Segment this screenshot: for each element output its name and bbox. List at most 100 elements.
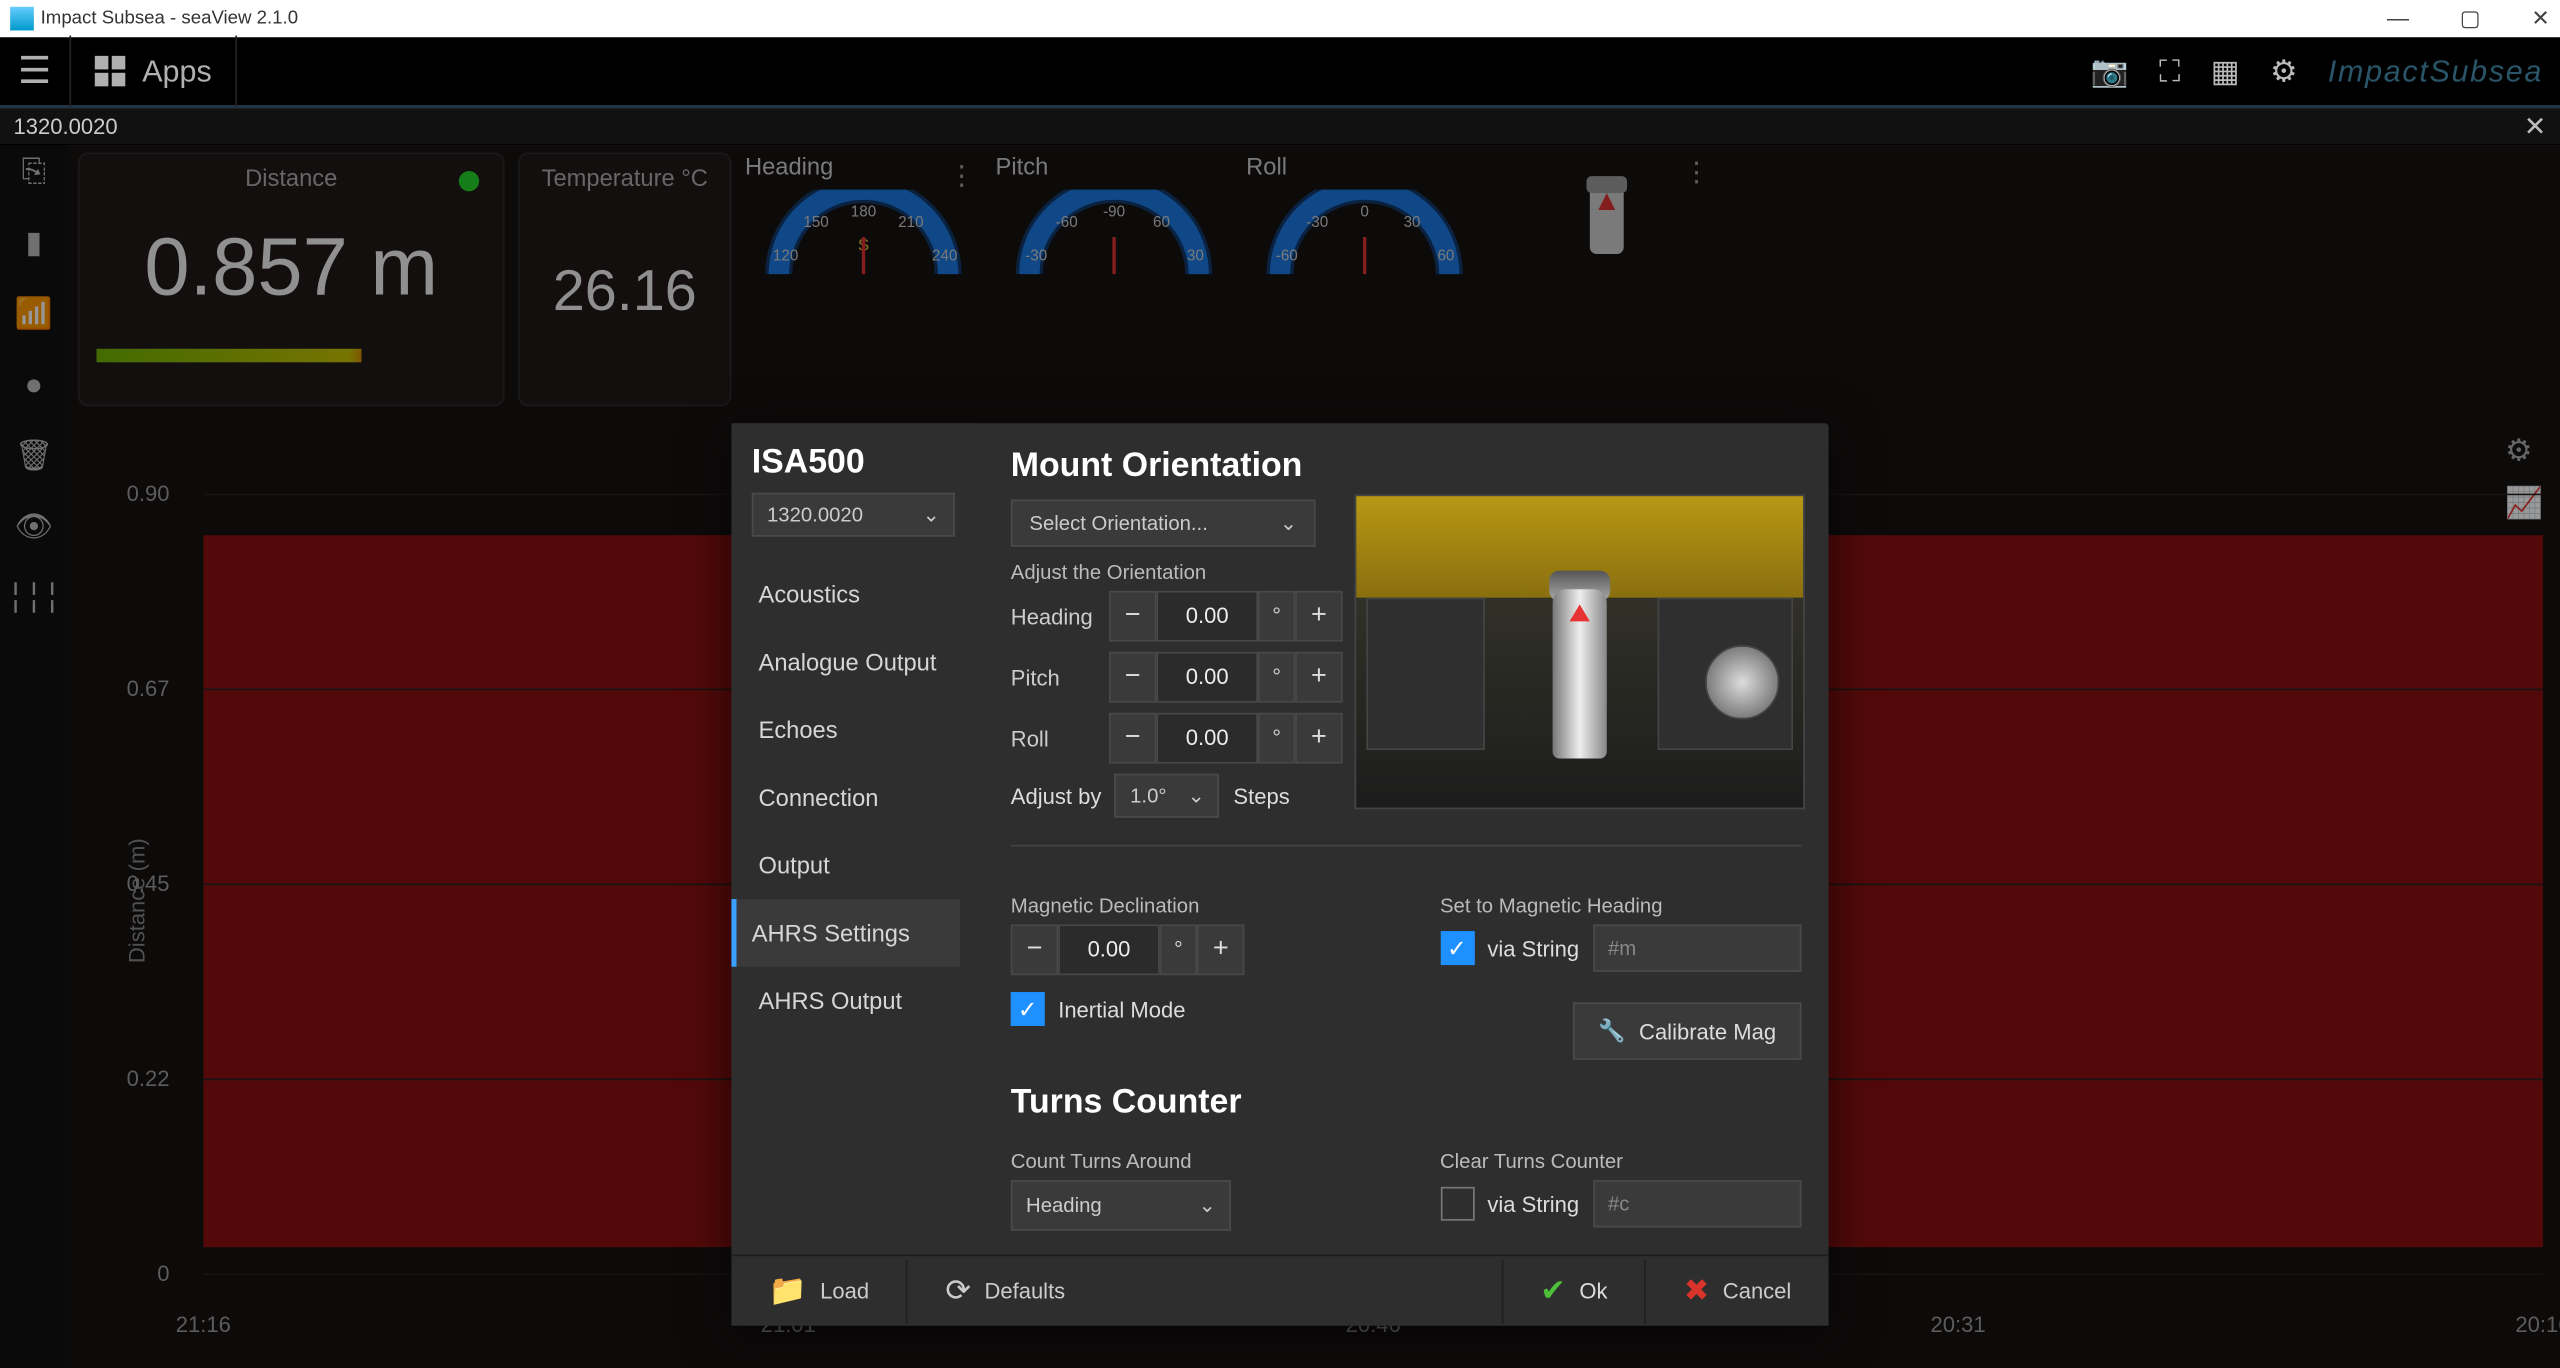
heading-title: Heading — [745, 152, 982, 179]
inertial-mode-label: Inertial Mode — [1058, 996, 1185, 1021]
svg-text:60: 60 — [1437, 248, 1454, 265]
pitch-stepper[interactable]: − 0.00 ° + — [1109, 652, 1343, 703]
heading-minus-button[interactable]: − — [1109, 591, 1156, 642]
breadcrumb[interactable]: 1320.0020 — [14, 113, 118, 138]
roll-card: Roll 0 -30 30 -60 60 — [1246, 152, 1483, 274]
nav-item-ahrs-settings[interactable]: AHRS Settings — [731, 899, 960, 967]
roll-stepper[interactable]: − 0.00 ° + — [1109, 713, 1343, 764]
nav-item-acoustics[interactable]: Acoustics — [752, 560, 960, 628]
layout-icon[interactable]: ▦ — [2211, 53, 2240, 89]
cancel-button[interactable]: ✖Cancel — [1663, 1266, 1811, 1317]
model-card: ⋮ — [1497, 152, 1717, 274]
distance-title: Distance — [245, 164, 337, 191]
clear-via-string-input[interactable]: #c — [1593, 1180, 1802, 1227]
card-menu-icon[interactable]: ⋮ — [948, 159, 975, 193]
distance-card: Distance 0.857 m — [78, 152, 505, 406]
check-icon: ✔ — [1540, 1273, 1566, 1309]
adjust-by-select[interactable]: 1.0° ⌄ — [1115, 774, 1220, 818]
heading-stepper[interactable]: − 0.00 ° + — [1109, 591, 1343, 642]
distance-value: 0.857 m — [97, 222, 486, 315]
clear-via-string-checkbox[interactable] — [1440, 1187, 1474, 1221]
dialog-title: ISA500 — [752, 444, 960, 483]
rail-trash-icon[interactable]: 🗑 — [15, 437, 52, 474]
nav-item-output[interactable]: Output — [752, 831, 960, 899]
clear-via-string-label: via String — [1487, 1191, 1579, 1216]
settings-icon[interactable]: ⚙ — [2270, 53, 2297, 89]
tab-close-icon[interactable]: ✕ — [2524, 109, 2547, 143]
app-icon — [10, 7, 34, 31]
svg-text:0.90: 0.90 — [127, 481, 170, 506]
pitch-title: Pitch — [996, 152, 1233, 179]
temperature-value: 26.16 — [537, 259, 713, 325]
magdecl-plus-button[interactable]: + — [1197, 924, 1244, 975]
heading-gauge-icon: 180 150 210 120 240 S — [762, 190, 965, 275]
count-turns-select[interactable]: Heading ⌄ — [1011, 1180, 1231, 1231]
nav-item-echoes[interactable]: Echoes — [752, 696, 960, 764]
magdecl-minus-button[interactable]: − — [1011, 924, 1058, 975]
window-close[interactable]: ✕ — [2531, 5, 2549, 32]
left-rail: ⎘ ▮ 📶 ● 🗑 👁 ╎╎╎ — [0, 146, 68, 1368]
apps-button[interactable]: Apps — [71, 36, 237, 107]
defaults-button[interactable]: ⟳Defaults — [925, 1266, 1086, 1317]
nav-item-ahrs-output[interactable]: AHRS Output — [752, 967, 960, 1035]
section-mount-title: Mount Orientation — [1011, 447, 1802, 486]
chevron-down-icon: ⌄ — [1199, 1194, 1216, 1218]
device-select[interactable]: 1320.0020 ⌄ — [752, 493, 955, 537]
roll-value[interactable]: 0.00 — [1156, 713, 1258, 764]
svg-text:0: 0 — [1360, 204, 1368, 221]
pitch-minus-button[interactable]: − — [1109, 652, 1156, 703]
nav-item-analogue-output[interactable]: Analogue Output — [752, 628, 960, 696]
card-menu-icon[interactable]: ⋮ — [1683, 156, 1710, 190]
roll-minus-button[interactable]: − — [1109, 713, 1156, 764]
steps-label: Steps — [1233, 783, 1289, 808]
degree-unit: ° — [1258, 713, 1295, 764]
magdecl-value[interactable]: 0.00 — [1058, 924, 1160, 975]
svg-text:20:16: 20:16 — [2515, 1312, 2560, 1337]
camera-icon[interactable]: 📷 — [2091, 53, 2129, 89]
svg-text:30: 30 — [1187, 248, 1204, 265]
svg-text:-30: -30 — [1306, 214, 1328, 231]
rail-eye-icon[interactable]: 👁 — [15, 508, 52, 545]
svg-text:60: 60 — [1153, 214, 1170, 231]
section-turns-title: Turns Counter — [1011, 1084, 1802, 1123]
nav-item-connection[interactable]: Connection — [752, 764, 960, 832]
orientation-viewer[interactable] — [1354, 494, 1804, 809]
load-button[interactable]: 📁Load — [748, 1266, 889, 1317]
rail-audio-icon[interactable]: ╎╎╎ — [15, 579, 52, 616]
heading-plus-button[interactable]: + — [1295, 591, 1342, 642]
roll-plus-button[interactable]: + — [1295, 713, 1342, 764]
mag-declination-stepper[interactable]: − 0.00 ° + — [1011, 924, 1372, 975]
svg-text:-90: -90 — [1103, 204, 1125, 221]
wrench-icon: 🔧 — [1598, 1018, 1625, 1045]
rail-record-icon[interactable]: ● — [15, 366, 52, 403]
heading-card: Heading ⋮ 180 150 210 120 240 S — [745, 152, 982, 274]
window-title: Impact Subsea - seaView 2.1.0 — [41, 8, 298, 28]
inertial-mode-checkbox[interactable]: ✓ — [1011, 992, 1045, 1026]
fullscreen-icon[interactable]: ⛶ — [2159, 53, 2180, 89]
orientation-select[interactable]: Select Orientation... ⌄ — [1011, 499, 1316, 546]
menu-button[interactable]: ☰ — [0, 36, 71, 107]
rail-connect-icon[interactable]: ⎘ — [15, 152, 52, 189]
via-string-checkbox[interactable]: ✓ — [1440, 931, 1474, 965]
temperature-card: Temperature °C 26.16 — [518, 152, 731, 406]
heading-value[interactable]: 0.00 — [1156, 591, 1258, 642]
chevron-down-icon: ⌄ — [1188, 784, 1205, 808]
cross-icon: ✖ — [1684, 1273, 1710, 1309]
heading-label: Heading — [1011, 604, 1096, 629]
calibrate-mag-button[interactable]: 🔧 Calibrate Mag — [1573, 1002, 1802, 1060]
via-string-input[interactable]: #m — [1593, 924, 1802, 971]
rail-sensor-icon[interactable]: ▮ — [15, 223, 52, 260]
window-minimize[interactable]: — — [2387, 5, 2409, 32]
mag-declination-label: Magnetic Declination — [1011, 894, 1372, 918]
pitch-value[interactable]: 0.00 — [1156, 652, 1258, 703]
pitch-gauge-icon: -90 -60 60 -30 30 — [1012, 190, 1215, 275]
rail-wifi-icon[interactable]: 📶 — [15, 295, 52, 332]
adjust-by-label: Adjust by — [1011, 783, 1102, 808]
window-maximize[interactable]: ▢ — [2460, 5, 2481, 32]
svg-text:180: 180 — [851, 204, 876, 221]
pitch-plus-button[interactable]: + — [1295, 652, 1342, 703]
svg-text:-60: -60 — [1056, 214, 1078, 231]
refresh-icon: ⟳ — [945, 1273, 971, 1309]
ok-button[interactable]: ✔Ok — [1520, 1266, 1628, 1317]
breadcrumb-bar: 1320.0020 ✕ — [0, 108, 2560, 145]
